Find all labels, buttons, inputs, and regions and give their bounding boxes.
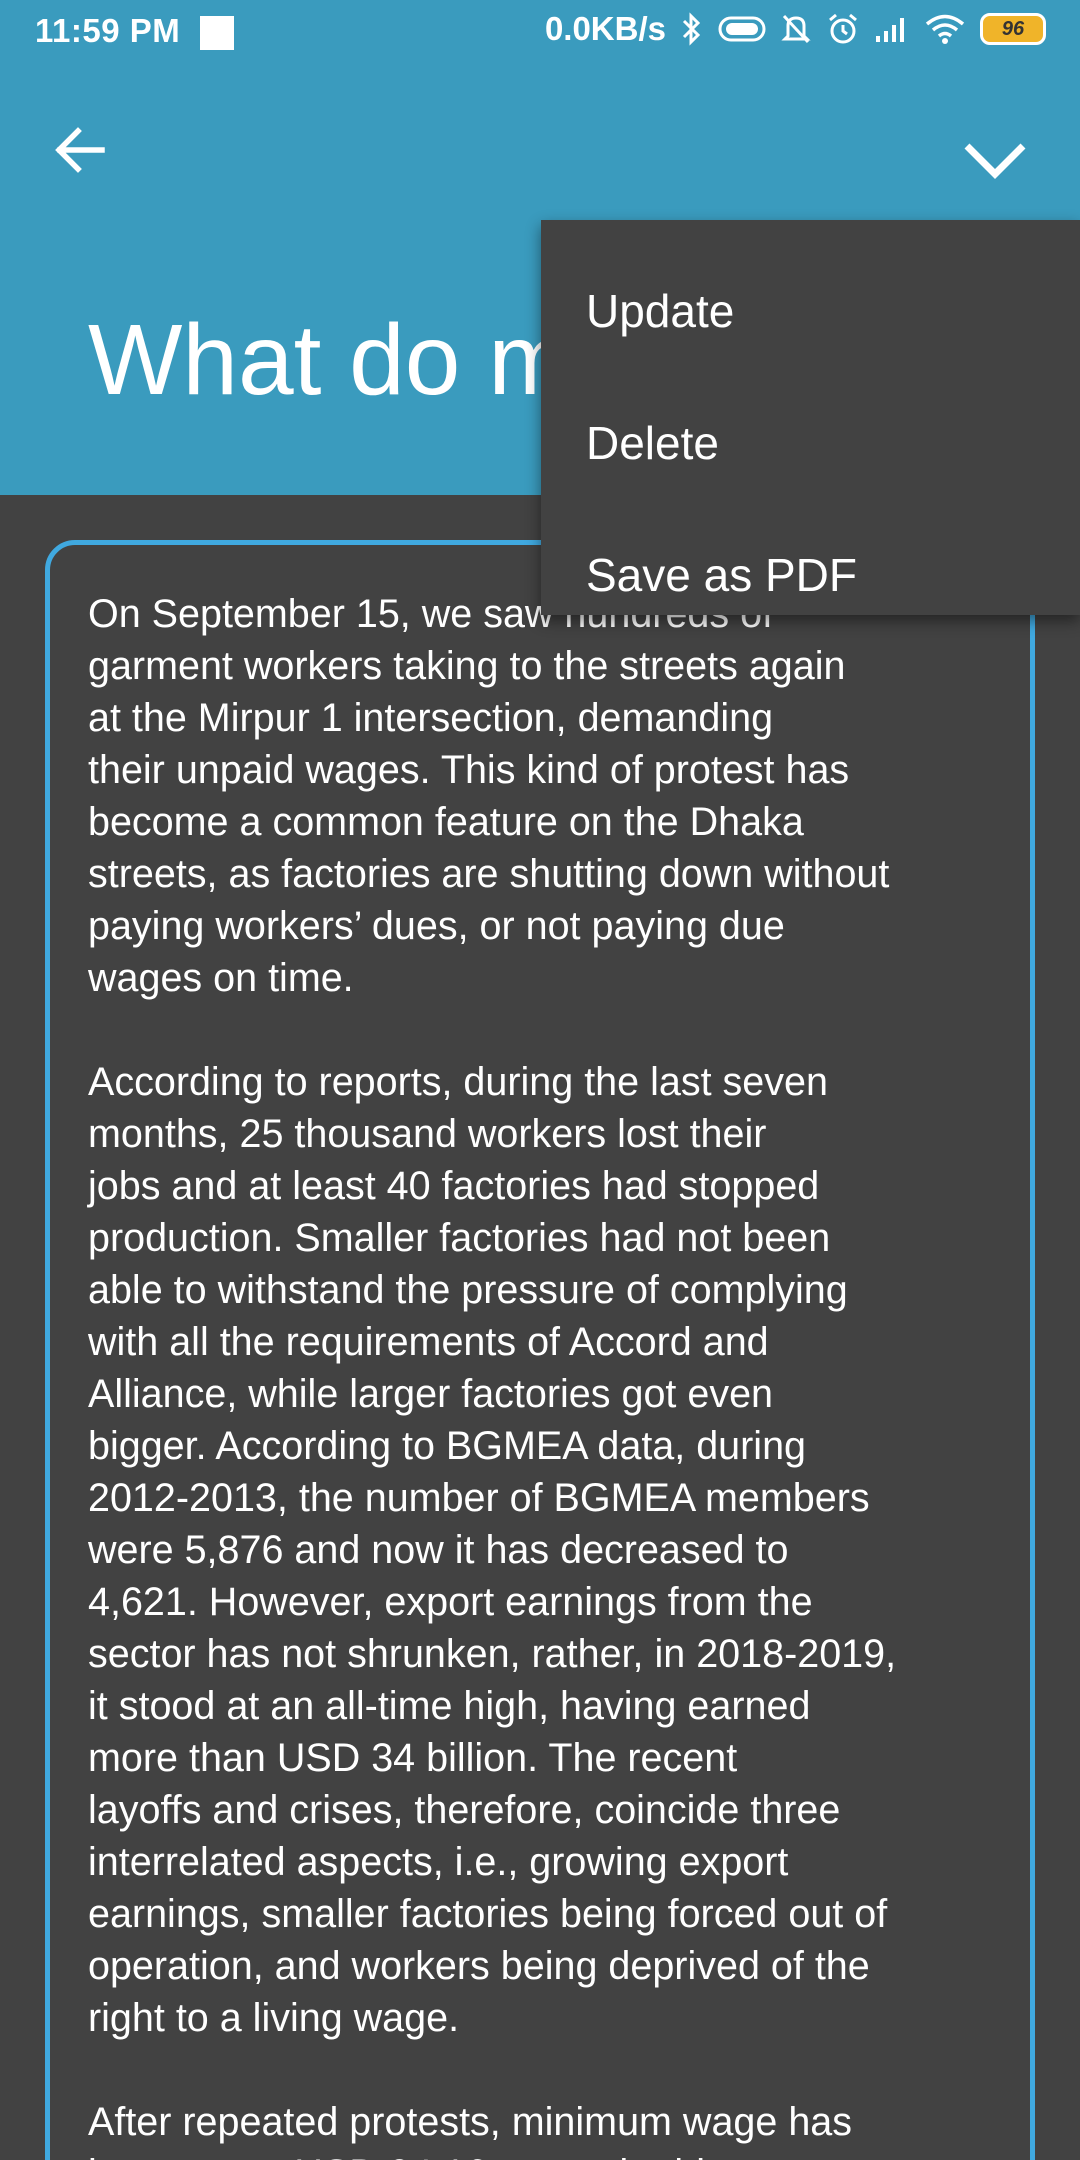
arrow-back-icon	[55, 127, 105, 173]
collapse-button[interactable]	[950, 115, 1040, 205]
battery-icon: 96	[980, 13, 1046, 45]
network-speed: 0.0KB/s	[544, 10, 666, 47]
menu-item-update[interactable]: Update	[541, 245, 1080, 377]
status-time: 11:59 PM	[35, 12, 181, 49]
menu-item-save-as-pdf[interactable]: Save as PDF	[541, 509, 1080, 641]
menu-item-delete[interactable]: Delete	[541, 377, 1080, 509]
back-button[interactable]	[40, 110, 120, 190]
signal-icon	[874, 14, 910, 44]
silent-icon	[780, 12, 812, 46]
bluetooth-icon	[680, 12, 704, 46]
alarm-icon	[826, 12, 860, 46]
status-bar: 11:59 PM 0.0KB/s 96	[0, 0, 1080, 66]
status-icons: 0.0KB/s 96	[545, 10, 1046, 48]
overflow-menu: Update Delete Save as PDF	[541, 220, 1080, 615]
chevron-down-icon	[964, 143, 1026, 179]
wifi-icon	[924, 13, 966, 45]
notification-square-icon	[200, 16, 234, 50]
note-body-text[interactable]: On September 15, we saw hundreds of garm…	[88, 588, 1008, 2160]
vpn-key-icon	[718, 15, 766, 43]
